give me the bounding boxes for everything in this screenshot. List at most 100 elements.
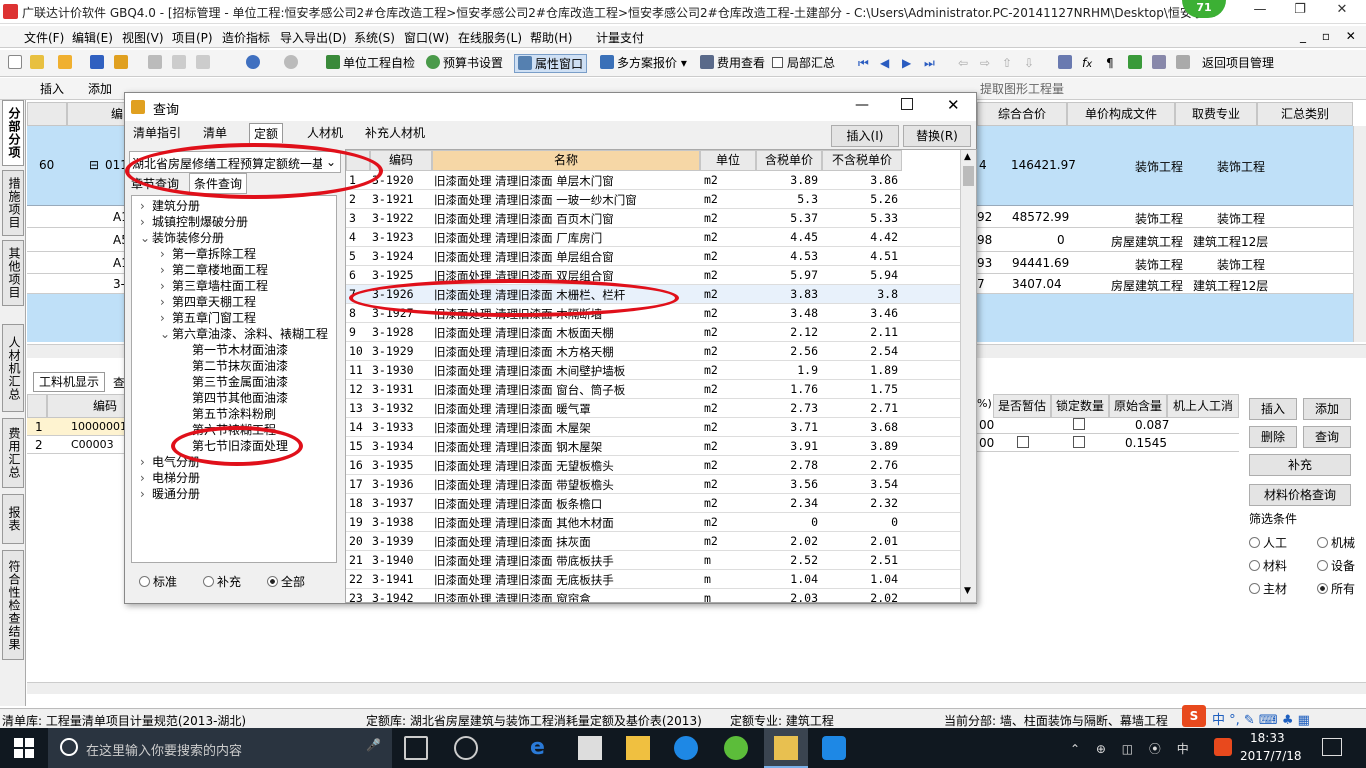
paste-icon[interactable] xyxy=(196,54,213,73)
folder-icon[interactable] xyxy=(58,54,75,73)
add-app-icon[interactable] xyxy=(822,736,846,760)
temp-checkbox[interactable] xyxy=(1017,436,1029,448)
table-row[interactable]: 3 3-1922 旧漆面处理 清理旧漆面 百页木门窗 m2 5.37 5.33 xyxy=(346,209,960,228)
radio-labor[interactable] xyxy=(1249,537,1260,548)
menu-measure-pay[interactable]: 计量支付 xyxy=(596,29,644,46)
query-button[interactable]: 查询 xyxy=(1303,426,1351,448)
tree-node[interactable]: › 第二章楼地面工程 xyxy=(160,262,268,278)
radio-supplement[interactable]: 补充 xyxy=(203,573,241,590)
refresh-app-icon[interactable] xyxy=(724,736,748,760)
table-row[interactable]: 21 3-1940 旧漆面处理 清理旧漆面 带底板扶手 m 2.52 2.51 xyxy=(346,551,960,570)
cube-icon[interactable] xyxy=(1128,54,1145,73)
tree-node[interactable]: › 第三章墙柱面工程 xyxy=(160,278,268,294)
filter-labor[interactable]: 人工 xyxy=(1249,534,1287,551)
radio-machine[interactable] xyxy=(1317,537,1328,548)
add-button[interactable]: 添加 xyxy=(1303,398,1351,420)
vtab-parts[interactable]: 分部分项 xyxy=(2,100,24,166)
radio-standard[interactable]: 标准 xyxy=(139,573,177,590)
scroll-up-icon[interactable]: ▲ xyxy=(964,152,971,162)
table-row[interactable]: 12 3-1931 旧漆面处理 清理旧漆面 窗台、筒子板 m2 1.76 1.75 xyxy=(346,380,960,399)
table-icon[interactable] xyxy=(1152,54,1169,73)
ime-toolbar-icons[interactable]: 中 °, ✎ ⌨ ♣ ▦ xyxy=(1212,709,1310,728)
lock-checkbox[interactable] xyxy=(1073,436,1085,448)
tab-list[interactable]: 清单 xyxy=(199,123,231,143)
tree-node[interactable]: ⌄ 装饰装修分册 xyxy=(140,230,224,246)
notification-icon[interactable] xyxy=(1322,738,1342,756)
glodon-g-icon[interactable] xyxy=(674,736,698,760)
property-window-button[interactable]: 属性窗口 xyxy=(514,54,588,73)
dialog-replace-button[interactable]: 替换(R) xyxy=(903,125,971,147)
cut-icon[interactable] xyxy=(148,54,165,73)
chevron-right-icon[interactable]: › xyxy=(160,278,172,294)
microphone-icon[interactable]: 🎤 xyxy=(366,738,381,752)
chevron-right-icon[interactable]: › xyxy=(160,294,172,310)
menu-edit[interactable]: 编辑(E) xyxy=(72,29,113,46)
radio-material[interactable] xyxy=(1249,560,1260,571)
tree-node[interactable]: › 第一章拆除工程 xyxy=(160,246,256,262)
task-view-icon[interactable] xyxy=(404,736,428,760)
save-icon[interactable] xyxy=(90,54,107,73)
scroll-thumb[interactable] xyxy=(963,166,974,186)
chevron-down-icon[interactable]: ⌄ xyxy=(140,230,152,246)
clock-time[interactable]: 18:33 xyxy=(1250,731,1285,745)
scroll-down-icon[interactable]: ▼ xyxy=(964,586,971,596)
tab-supplement-labor[interactable]: 补充人材机 xyxy=(361,123,429,143)
chevron-right-icon[interactable]: › xyxy=(160,246,172,262)
radio-all-quota[interactable]: 全部 xyxy=(267,573,305,590)
vtab-other[interactable]: 其他项目 xyxy=(2,240,24,306)
close-button[interactable]: ✕ xyxy=(1322,2,1362,22)
nav-first-icon[interactable]: ⏮ xyxy=(858,54,869,73)
tree-node[interactable]: 第五节涂料粉刷 xyxy=(180,406,276,422)
tree-node[interactable]: › 暖通分册 xyxy=(140,486,200,502)
formula-icon[interactable]: fx xyxy=(1082,54,1092,73)
dialog-minimize-button[interactable]: — xyxy=(855,97,869,113)
delete-button[interactable]: 删除 xyxy=(1249,426,1297,448)
table-row[interactable]: 19 3-1938 旧漆面处理 清理旧漆面 其他木材面 m2 0 0 xyxy=(346,513,960,532)
menu-system[interactable]: 系统(S) xyxy=(354,29,395,46)
save-as-icon[interactable] xyxy=(114,54,131,73)
tree-node[interactable]: › 城镇控制爆破分册 xyxy=(140,214,248,230)
vtab-measures[interactable]: 措施项目 xyxy=(2,170,24,236)
tb2-insert[interactable]: 插入 xyxy=(40,80,64,99)
tree-node[interactable]: 第四节其他面油漆 xyxy=(180,390,288,406)
chevron-right-icon[interactable]: › xyxy=(140,454,152,470)
radio-supplement-button[interactable] xyxy=(203,576,214,587)
vtab-fee-summary[interactable]: 费用汇总 xyxy=(2,418,24,488)
filter-material[interactable]: 材料 xyxy=(1249,557,1287,574)
radio-all[interactable] xyxy=(1317,583,1328,594)
tab-labor-material-display[interactable]: 工料机显示 xyxy=(33,372,105,392)
taskbar-search[interactable]: 在这里输入你要搜索的内容 🎤 xyxy=(48,728,392,768)
dialog-insert-button[interactable]: 插入(I) xyxy=(831,125,899,147)
tab-list-guide[interactable]: 清单指引 xyxy=(129,123,185,143)
tb2-extract-quantity[interactable]: 提取图形工程量 xyxy=(980,80,1064,99)
table-row[interactable]: 9 3-1928 旧漆面处理 清理旧漆面 木板面天棚 m2 2.12 2.11 xyxy=(346,323,960,342)
windows-start-icon[interactable] xyxy=(14,738,34,758)
vtab-labor-material[interactable]: 人材机汇总 xyxy=(2,324,24,412)
chevron-right-icon[interactable]: › xyxy=(140,198,152,214)
collapse-icon[interactable]: ⊟ xyxy=(89,158,99,172)
table-row[interactable]: 00 0.087 xyxy=(977,416,1239,434)
local-summary-checkbox[interactable] xyxy=(772,57,783,68)
filter-main-material[interactable]: 主材 xyxy=(1249,580,1287,597)
tb2-add[interactable]: 添加 xyxy=(88,80,112,99)
local-summary-toggle[interactable]: 局部汇总 xyxy=(772,54,835,73)
menu-help[interactable]: 帮助(H) xyxy=(530,29,572,46)
menu-window[interactable]: 窗口(W) xyxy=(404,29,449,46)
radio-all-quota-button[interactable] xyxy=(267,576,278,587)
table-row[interactable]: 13 3-1932 旧漆面处理 清理旧漆面 暖气罩 m2 2.73 2.71 xyxy=(346,399,960,418)
paragraph-icon[interactable]: ¶ xyxy=(1106,54,1114,73)
lock-checkbox[interactable] xyxy=(1073,418,1085,430)
nav-next-icon[interactable]: ▶ xyxy=(902,54,911,73)
material-price-button[interactable]: 材料价格查询 xyxy=(1249,484,1351,506)
tree-node[interactable]: ⌄ 第六章油漆、涂料、裱糊工程 xyxy=(160,326,328,342)
lower-hscrollbar[interactable] xyxy=(27,682,1366,694)
dialog-maximize-button[interactable] xyxy=(901,98,913,110)
nav-last-icon[interactable]: ⏭ xyxy=(924,54,935,73)
unit-check-button[interactable]: 单位工程自检 xyxy=(326,54,415,73)
table-row[interactable]: 15 3-1934 旧漆面处理 清理旧漆面 钢木屋架 m2 3.91 3.89 xyxy=(346,437,960,456)
supplement-button[interactable]: 补充 xyxy=(1249,454,1351,476)
calculator-icon[interactable] xyxy=(1058,54,1075,73)
grid-icon[interactable] xyxy=(1176,54,1193,73)
undo-icon[interactable] xyxy=(246,54,263,73)
chevron-right-icon[interactable]: › xyxy=(140,214,152,230)
